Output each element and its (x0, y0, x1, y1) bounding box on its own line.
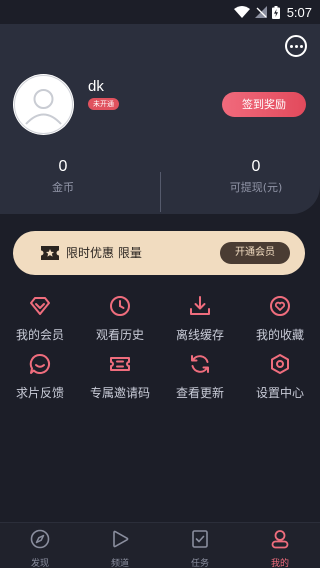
nav-label: 频道 (110, 559, 129, 568)
default-avatar-icon (14, 75, 73, 134)
task-icon (192, 530, 208, 548)
stat-divider (160, 172, 161, 212)
nav-tasks[interactable]: 任务 (160, 523, 240, 568)
menu-label: 查看更新 (175, 386, 224, 400)
withdrawable-stat[interactable]: 0 可提现(元) (176, 157, 320, 195)
menu-label: 我的收藏 (255, 328, 304, 342)
status-icons: 5:07 (233, 0, 312, 24)
dot (294, 44, 298, 48)
menu-offline-cache[interactable]: 离线缓存 (160, 295, 240, 345)
menu-settings[interactable]: 设置中心 (240, 353, 320, 403)
open-vip-button[interactable]: 开通会员 (220, 242, 290, 264)
menu-invite-code[interactable]: 专属邀请码 (80, 353, 160, 403)
menu-check-updates[interactable]: 查看更新 (160, 353, 240, 403)
clock-icon (110, 296, 130, 316)
menu-label: 我的会员 (15, 328, 64, 342)
coins-stat[interactable]: 0 金币 (0, 157, 143, 195)
menu-label: 求片反馈 (15, 386, 64, 400)
withdrawable-value: 0 (251, 158, 261, 175)
coins-value: 0 (58, 158, 68, 175)
user-icon (271, 530, 289, 549)
menu-watch-history[interactable]: 观看历史 (80, 295, 160, 345)
dot (289, 44, 293, 48)
coins-label: 金币 (52, 181, 74, 194)
compass-icon (30, 529, 50, 549)
dot (299, 44, 303, 48)
status-bar: 5:07 (0, 0, 320, 24)
refresh-icon (191, 355, 209, 373)
status-time: 5:07 (286, 4, 312, 20)
play-icon (113, 530, 129, 548)
promo-text: 限时优惠 限量 (66, 246, 142, 260)
avatar[interactable] (13, 74, 74, 135)
menu-label: 设置中心 (255, 386, 304, 400)
vip-ticket-icon (41, 246, 59, 260)
nav-label: 我的 (270, 559, 289, 568)
menu-label: 观看历史 (95, 328, 144, 342)
battery-charging-icon (271, 5, 280, 19)
nav-label: 发现 (30, 559, 49, 568)
ticket-icon (110, 357, 130, 371)
message-icon[interactable] (285, 35, 307, 57)
menu-my-vip[interactable]: 我的会员 (0, 295, 80, 345)
heart-icon (270, 296, 290, 316)
nav-label: 任务 (190, 559, 209, 568)
vip-promo-banner[interactable]: 限时优惠 限量 开通会员 (13, 231, 305, 275)
diamond-icon (30, 297, 50, 315)
menu-label: 离线缓存 (175, 328, 224, 342)
wifi-icon (233, 6, 250, 18)
menu-request-feedback[interactable]: 求片反馈 (0, 353, 80, 403)
nav-mine[interactable]: 我的 (240, 523, 320, 568)
username: dk (88, 78, 104, 95)
menu-my-favorites[interactable]: 我的收藏 (240, 295, 320, 345)
settings-icon (271, 354, 289, 374)
nav-discover[interactable]: 发现 (0, 523, 80, 568)
checkin-reward-button[interactable]: 签到奖励 (222, 92, 306, 117)
bottom-nav: 发现 频道 任务 我的 (0, 522, 320, 568)
chat-icon (29, 353, 51, 374)
nav-channel[interactable]: 频道 (80, 523, 160, 568)
menu-label: 专属邀请码 (89, 386, 150, 400)
withdrawable-label: 可提现(元) (229, 181, 283, 194)
vip-status-badge: 未开通 (88, 98, 119, 110)
download-icon (190, 296, 210, 315)
no-signal-icon (254, 6, 267, 18)
